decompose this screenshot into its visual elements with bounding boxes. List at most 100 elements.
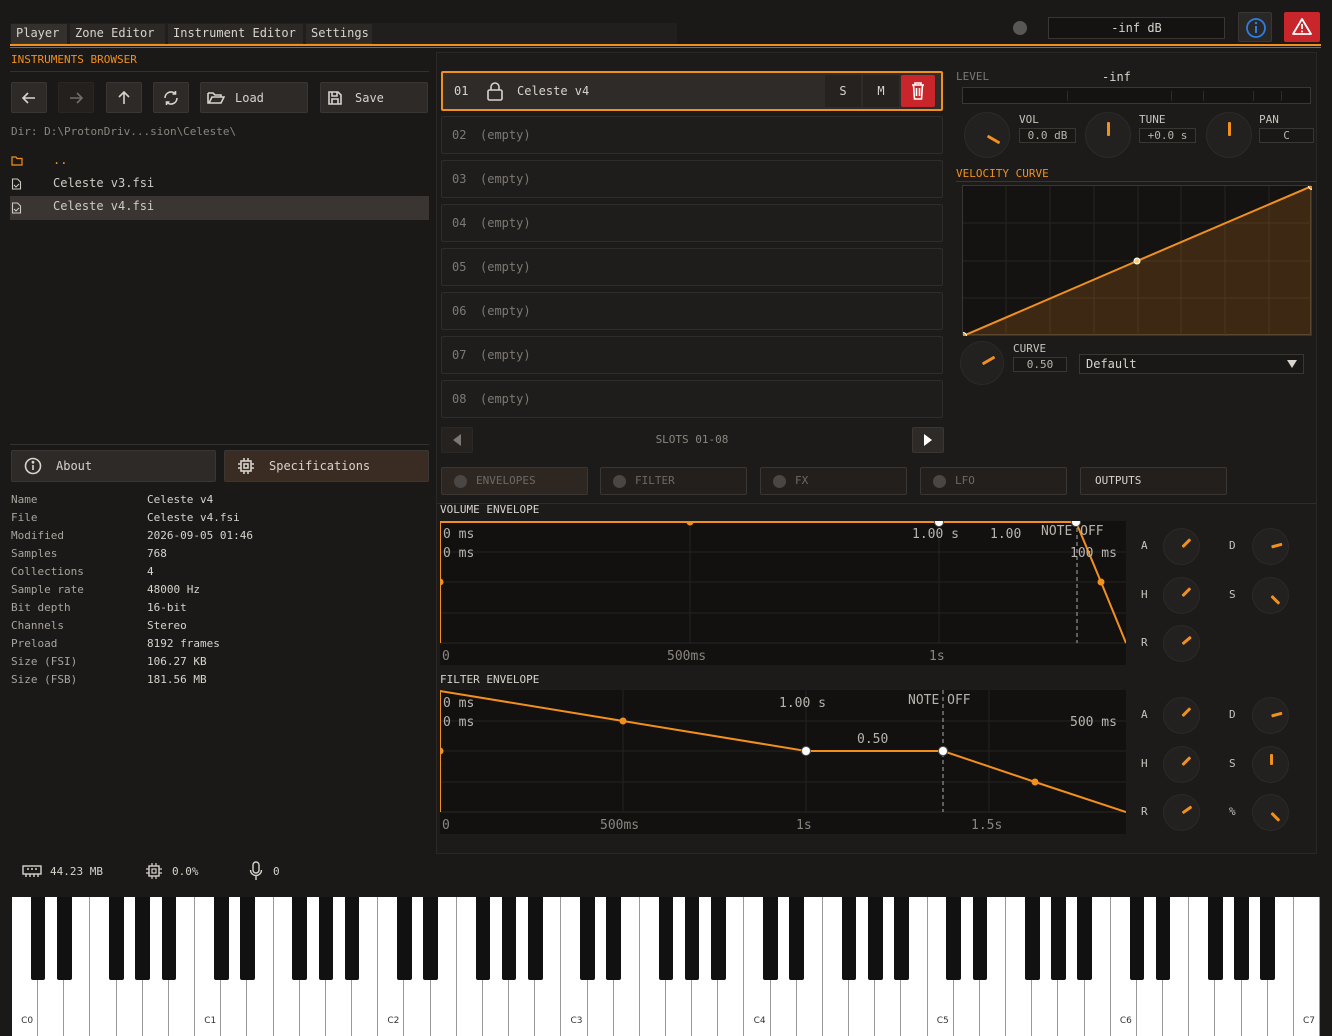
black-key[interactable] [397,897,412,980]
tab-outputs[interactable]: OUTPUTS [1080,467,1227,495]
black-key[interactable] [606,897,621,980]
black-key[interactable] [1208,897,1223,980]
black-key[interactable] [109,897,124,980]
filter-amount-knob[interactable] [1252,794,1289,831]
black-key[interactable] [867,897,883,980]
refresh-button[interactable] [153,82,189,113]
black-key[interactable] [1077,897,1092,980]
black-key[interactable] [1234,897,1249,980]
black-key[interactable] [1155,897,1171,980]
slot-item[interactable]: 08 (empty) [441,380,943,418]
slot-active[interactable]: 01 Celeste v4 S M [441,71,943,111]
tab-lfo[interactable]: LFO [920,467,1067,495]
forward-button[interactable] [58,82,94,113]
black-key[interactable] [30,897,46,980]
filter-decay-knob[interactable] [1252,697,1289,734]
tab-envelopes[interactable]: ENVELOPES [441,467,588,495]
up-folder-button[interactable] [106,82,142,113]
slot-item[interactable]: 02 (empty) [441,116,943,154]
chip-icon [238,458,254,474]
black-key[interactable] [1024,897,1040,980]
tune-value[interactable]: +0.0 s [1139,128,1196,143]
tab-fx[interactable]: FX [760,467,907,495]
black-key[interactable] [684,897,700,980]
vol-release-knob[interactable] [1163,625,1200,662]
vol-decay-knob[interactable] [1252,528,1289,565]
delete-slot-button[interactable] [901,75,935,107]
velocity-curve-editor[interactable] [959,182,1316,340]
black-key[interactable] [292,897,308,980]
piano-keyboard[interactable]: C0 C1 C2 C3 C4 C5 C6 C7 [12,897,1320,1036]
decay-time: 1.00 s [912,527,959,542]
mute-button[interactable]: M [863,75,899,107]
black-key[interactable] [1051,897,1066,980]
pan-knob[interactable] [1206,112,1252,158]
curve-knob[interactable] [960,341,1004,385]
lock-icon[interactable] [486,81,504,101]
black-key[interactable] [841,897,857,980]
slot-item[interactable]: 05 (empty) [441,248,943,286]
black-key[interactable] [658,897,674,980]
black-key[interactable] [789,897,805,980]
tab-settings[interactable]: Settings [306,24,372,44]
tab-player[interactable]: Player [11,24,67,44]
black-key[interactable] [763,897,778,980]
slots-next-button[interactable] [912,427,944,453]
black-key[interactable] [344,897,360,980]
black-key[interactable] [240,897,255,980]
curve-value[interactable]: 0.50 [1013,357,1067,372]
black-key[interactable] [318,897,334,980]
tab-instrument-editor[interactable]: Instrument Editor [168,24,303,44]
black-key[interactable] [161,897,177,980]
vol-attack-knob[interactable] [1163,528,1200,565]
volume-envelope-graph[interactable] [436,517,1127,665]
slot-item[interactable]: 04 (empty) [441,204,943,242]
file-item[interactable]: Celeste v3.fsi [10,173,429,195]
black-key[interactable] [501,897,517,980]
curve-preset-select[interactable]: Default [1079,354,1304,374]
filter-release-knob[interactable] [1163,794,1200,831]
save-button[interactable]: Save [320,82,428,113]
file-item-selected[interactable]: Celeste v4.fsi [10,196,429,220]
specifications-tab-button[interactable]: Specifications [224,450,429,482]
about-tab-button[interactable]: About [11,450,216,482]
filter-sustain-knob[interactable] [1252,746,1289,783]
solo-button[interactable]: S [825,75,861,107]
tab-filter[interactable]: FILTER [600,467,747,495]
black-key[interactable] [475,897,491,980]
black-key[interactable] [527,897,543,980]
black-key[interactable] [946,897,962,980]
black-key[interactable] [972,897,988,980]
filter-hold-knob[interactable] [1163,746,1200,783]
warning-button[interactable] [1284,12,1320,42]
black-key[interactable] [56,897,72,980]
vol-knob[interactable] [964,112,1010,158]
filter-envelope-editor[interactable]: 0 ms 0 ms 1.00 s NOTE OFF 500 ms 0.50 0 … [436,689,1127,834]
filter-attack-knob[interactable] [1163,697,1200,734]
velocity-curve-graph[interactable] [959,182,1316,340]
black-key[interactable] [423,897,438,980]
slot-item[interactable]: 03 (empty) [441,160,943,198]
vol-value[interactable]: 0.0 dB [1019,128,1076,143]
black-key[interactable] [580,897,595,980]
file-item-parent[interactable]: .. [10,150,429,172]
info-button[interactable] [1238,12,1272,42]
black-key[interactable] [710,897,726,980]
back-button[interactable] [11,82,47,113]
black-key[interactable] [135,897,151,980]
black-key[interactable] [213,897,229,980]
load-button[interactable]: Load [200,82,308,113]
filter-envelope-graph[interactable] [436,689,1127,834]
black-key[interactable] [1260,897,1275,980]
black-key[interactable] [894,897,909,980]
pan-value[interactable]: C [1259,128,1314,143]
slot-item[interactable]: 07 (empty) [441,336,943,374]
tune-knob[interactable] [1085,112,1131,158]
vol-hold-knob[interactable] [1163,577,1200,614]
volume-envelope-editor[interactable]: 0 ms 0 ms 1.00 s 1.00 NOTE OFF 100 ms 0 … [436,517,1127,665]
black-key[interactable] [1129,897,1145,980]
tab-zone-editor[interactable]: Zone Editor [70,24,165,44]
vol-sustain-knob[interactable] [1252,577,1289,614]
slot-item[interactable]: 06 (empty) [441,292,943,330]
white-key[interactable]: C7 [1293,897,1320,1036]
